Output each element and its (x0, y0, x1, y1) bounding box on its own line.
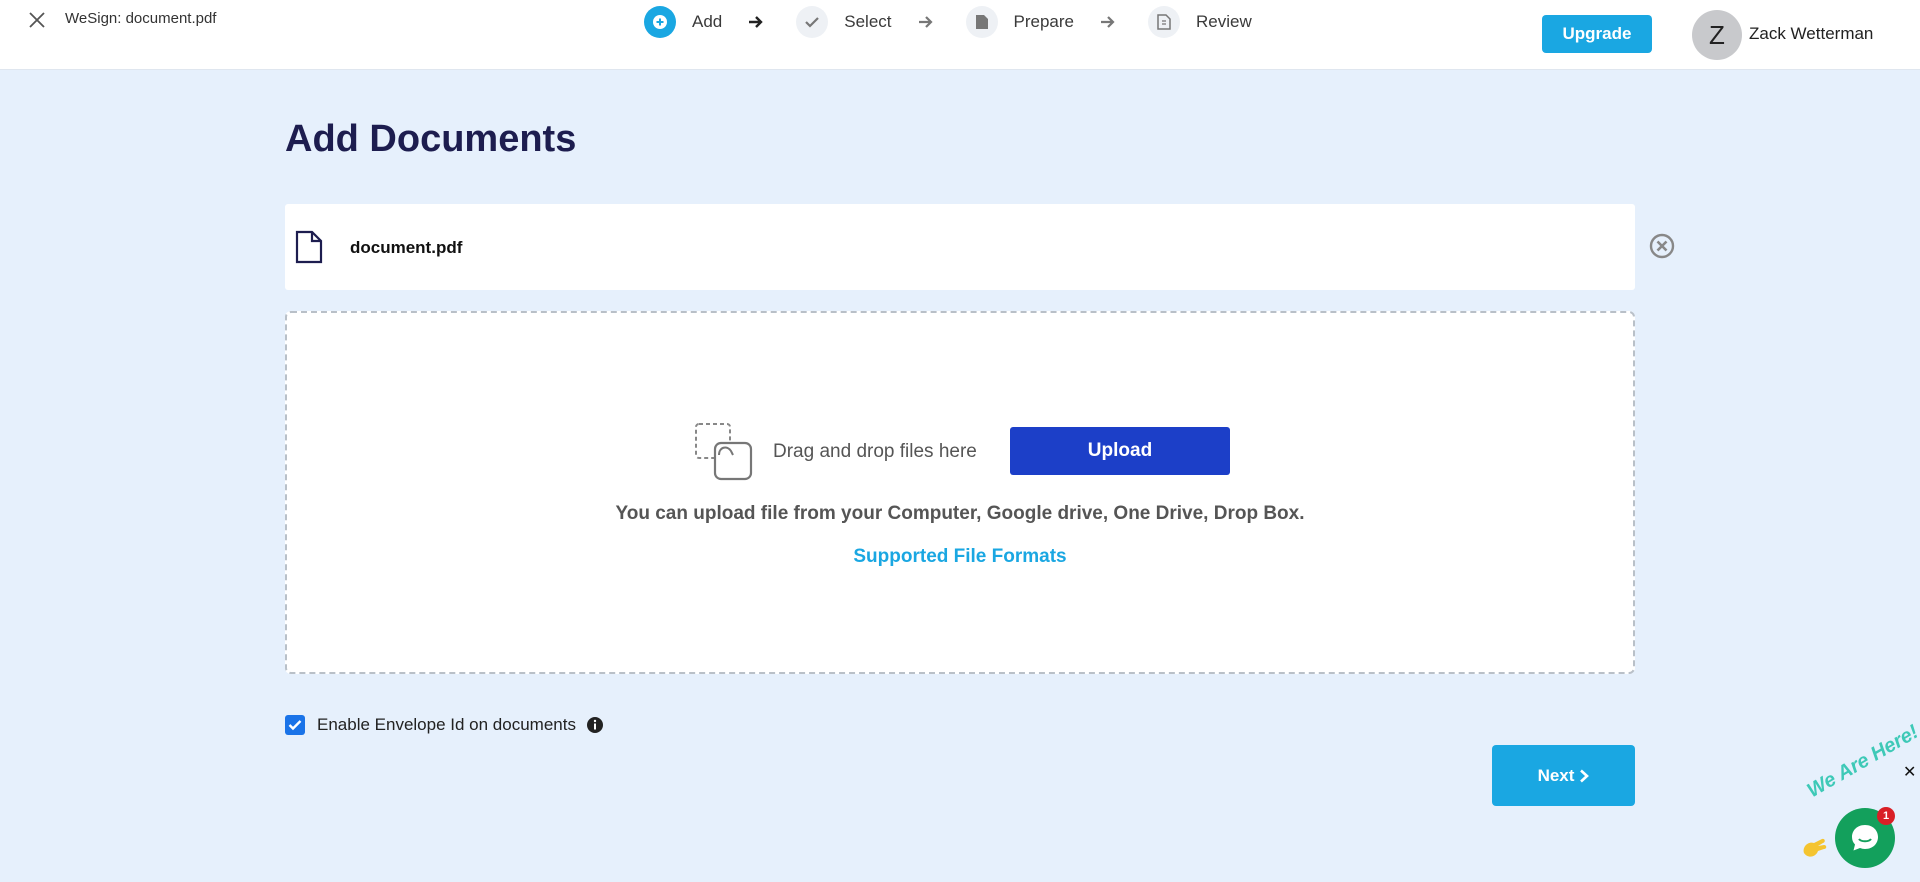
envelope-id-option: Enable Envelope Id on documents (285, 715, 604, 735)
arrow-right-icon (748, 15, 764, 29)
step-review[interactable]: Review (1147, 6, 1252, 38)
file-icon (965, 6, 998, 38)
step-select[interactable]: Select (796, 6, 892, 38)
waving-hand-icon (1800, 835, 1828, 866)
info-icon[interactable] (586, 716, 604, 734)
document-title: WeSign: document.pdf (65, 10, 217, 27)
remove-file-icon[interactable] (1648, 232, 1676, 260)
upgrade-button[interactable]: Upgrade (1542, 15, 1652, 53)
chat-close-icon[interactable]: ✕ (1903, 762, 1916, 782)
upload-button[interactable]: Upload (1010, 427, 1230, 475)
arrow-right-icon (918, 15, 934, 29)
step-label: Review (1195, 12, 1252, 31)
top-bar: WeSign: document.pdf Add Select Prepare (0, 0, 1920, 70)
plus-circle-icon (644, 6, 676, 38)
file-name: document.pdf (350, 238, 463, 257)
file-review-icon (1147, 6, 1180, 38)
supported-formats-link[interactable]: Supported File Formats (287, 546, 1633, 568)
step-label: Select (844, 12, 892, 31)
avatar[interactable]: Z (1692, 10, 1742, 60)
chat-widget: ✕ We Are Here! 1 (1795, 721, 1920, 882)
envelope-id-label[interactable]: Enable Envelope Id on documents (317, 715, 576, 735)
next-label: Next (1537, 765, 1575, 785)
notification-badge: 1 (1877, 807, 1895, 825)
check-icon (796, 6, 829, 38)
drag-drop-icon (693, 421, 755, 488)
arrow-right-icon (1100, 15, 1116, 29)
chat-bubble-icon (1852, 825, 1878, 851)
step-label: Add (692, 12, 723, 31)
step-prepare[interactable]: Prepare (965, 6, 1074, 38)
wizard-steps: Add Select Prepare Review (644, 5, 1252, 39)
page-title: Add Documents (285, 118, 577, 160)
chevron-right-icon (1580, 769, 1590, 782)
upload-sources-text: You can upload file from your Computer, … (615, 503, 1305, 524)
step-label: Prepare (1013, 12, 1074, 31)
next-button[interactable]: Next (1492, 745, 1635, 806)
close-icon[interactable] (26, 9, 48, 31)
user-name[interactable]: Zack Wetterman (1749, 24, 1873, 44)
drag-drop-text: Drag and drop files here (773, 441, 977, 462)
step-add[interactable]: Add (644, 6, 722, 38)
file-dropzone[interactable]: Drag and drop files here Upload You can … (285, 311, 1635, 674)
envelope-id-checkbox[interactable] (285, 715, 305, 735)
uploaded-file-row: document.pdf (285, 204, 1635, 290)
document-icon (295, 230, 323, 269)
